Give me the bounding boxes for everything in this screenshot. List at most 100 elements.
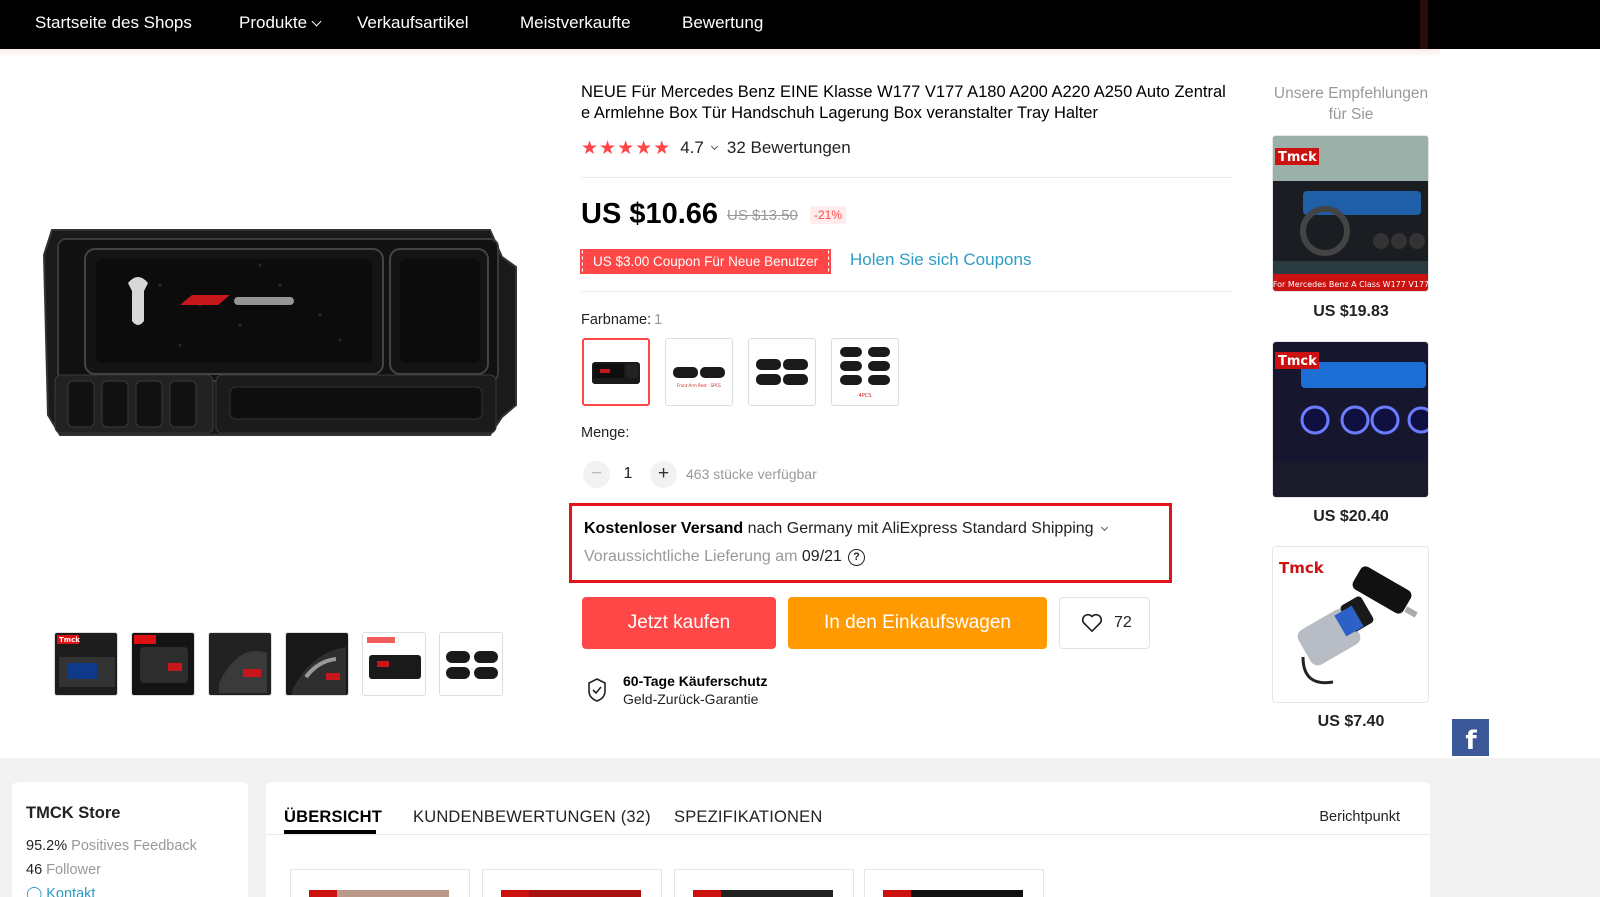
store-card: TMCK Store 95.2% Positives Feedback 46 F… xyxy=(12,782,248,897)
buy-now-button[interactable]: Jetzt kaufen xyxy=(582,597,776,649)
tabs-divider xyxy=(266,834,1430,835)
buyer-protection-title: 60-Tage Käuferschutz xyxy=(623,673,768,689)
recommendation-item-2[interactable]: Tmck xyxy=(1272,341,1429,498)
recommendation-item-3[interactable]: Tmck xyxy=(1272,546,1429,703)
recommendation-price-3[interactable]: US $7.40 xyxy=(1268,713,1434,731)
recommendation-price-1[interactable]: US $19.83 xyxy=(1268,303,1434,321)
color-label: Farbname: 1 xyxy=(581,312,662,328)
chevron-down-icon xyxy=(311,16,322,27)
chevron-down-icon[interactable] xyxy=(710,142,718,150)
store-followers: 46 Follower xyxy=(26,862,101,878)
report-item-link[interactable]: Berichtpunkt xyxy=(1319,809,1400,825)
thumbnail-6[interactable] xyxy=(439,632,503,696)
color-count: 1 xyxy=(654,312,663,328)
store-followers-label: Follower xyxy=(42,862,101,878)
store-feedback: 95.2% Positives Feedback xyxy=(26,838,197,854)
discount-badge: -21% xyxy=(810,206,847,224)
tab-customer-reviews[interactable]: KUNDENBEWERTUNGEN (32) xyxy=(413,808,651,827)
main-product-image[interactable] xyxy=(40,225,520,440)
nav-divider xyxy=(0,49,1440,57)
current-price: US $10.66 xyxy=(581,198,719,230)
free-shipping-label: Kostenloser Versand xyxy=(584,520,744,537)
new-user-coupon-badge[interactable]: US $3.00 Coupon Für Neue Benutzer xyxy=(583,249,832,274)
quantity-label: Menge: xyxy=(581,425,630,441)
heart-icon xyxy=(1081,613,1103,632)
buyer-protection-subtitle: Geld-Zurück-Garantie xyxy=(623,691,759,707)
nav-shop-home[interactable]: Startseite des Shops xyxy=(35,13,192,33)
star-icon: ★ xyxy=(653,137,671,159)
brand-logo: Tmck xyxy=(1278,150,1317,165)
quantity-decrease-button[interactable]: − xyxy=(583,461,610,488)
estimated-delivery: Voraussichtliche Lieferung am 09/21? xyxy=(584,548,865,567)
star-icon: ★ xyxy=(617,137,635,159)
divider xyxy=(581,177,1232,178)
quantity-increase-button[interactable]: + xyxy=(650,461,677,488)
brand-logo: Tmck xyxy=(1278,354,1317,369)
nav-products[interactable]: Produkte xyxy=(239,13,322,33)
tab-overview[interactable]: ÜBERSICHT xyxy=(284,808,382,827)
store-contact-label: Kontakt xyxy=(46,886,96,897)
top-navigation: Startseite des Shops Produkte Verkaufsar… xyxy=(0,0,1600,49)
quantity-value[interactable]: 1 xyxy=(618,465,638,483)
star-icon: ★ xyxy=(635,137,653,159)
thumbnail-2[interactable] xyxy=(131,632,195,696)
color-option-2[interactable]: Front Arm Rest · SPCS xyxy=(665,338,733,406)
help-icon[interactable]: ? xyxy=(847,549,865,566)
store-name[interactable]: TMCK Store xyxy=(26,804,120,823)
original-price: US $13.50 xyxy=(727,207,798,224)
thumbnail-1[interactable]: Tmck xyxy=(54,632,118,696)
divider xyxy=(581,291,1232,292)
stock-available: 463 stücke verfügbar xyxy=(686,466,817,482)
recommendation-price-2[interactable]: US $20.40 xyxy=(1268,508,1434,526)
nav-products-label: Produkte xyxy=(239,13,308,32)
description-image-4 xyxy=(864,869,1044,897)
thumb-brand: Tmck xyxy=(59,636,80,644)
description-image-2 xyxy=(482,869,662,897)
delivery-label: Voraussichtliche Lieferung am xyxy=(584,548,802,565)
shipping-method[interactable]: Kostenloser Versand nach Germany mit Ali… xyxy=(584,520,1108,538)
review-count[interactable]: 32 Bewertungen xyxy=(727,138,851,158)
get-coupons-link[interactable]: Holen Sie sich Coupons xyxy=(850,250,1031,270)
description-image-3 xyxy=(674,869,854,897)
nav-bestsellers[interactable]: Meistverkaufte xyxy=(520,13,631,33)
color-label-text: Farbname: xyxy=(581,312,652,328)
svg-text:f: f xyxy=(1465,726,1477,756)
recommendation-caption: For Mercedes Benz A Class W177 V177 xyxy=(1273,280,1429,289)
store-contact-link[interactable]: ◯ Kontakt xyxy=(26,886,95,897)
tab-specifications[interactable]: SPEZIFIKATIONEN xyxy=(674,808,822,827)
recommendations-title: Unsere Empfehlungen für Sie xyxy=(1273,85,1429,123)
nav-shadow xyxy=(1420,0,1428,49)
product-title: NEUE Für Mercedes Benz EINE Klasse W177 … xyxy=(581,83,1226,122)
thumbnail-4[interactable] xyxy=(285,632,349,696)
facebook-icon[interactable]: f xyxy=(1452,719,1489,756)
star-icon: ★ xyxy=(581,137,599,159)
chat-icon: ◯ xyxy=(26,886,43,897)
color-option-4[interactable]: 4PCS xyxy=(831,338,899,406)
swatch-caption: Front Arm Rest · SPCS xyxy=(677,383,721,388)
chevron-down-icon[interactable] xyxy=(1100,523,1108,532)
star-icon: ★ xyxy=(599,137,617,159)
recommendation-item-1[interactable]: For Mercedes Benz A Class W177 V177 Tmck xyxy=(1272,135,1429,292)
nav-reviews[interactable]: Bewertung xyxy=(682,13,763,33)
brand-logo: Tmck xyxy=(1279,559,1325,577)
delivery-date: 09/21 xyxy=(801,548,842,565)
shipping-info-box: Kostenloser Versand nach Germany mit Ali… xyxy=(569,503,1172,583)
thumbnail-5[interactable] xyxy=(362,632,426,696)
store-feedback-label: Positives Feedback xyxy=(67,838,197,854)
color-option-1[interactable] xyxy=(582,338,650,406)
rating-row: ★ ★ ★ ★ ★ 4.7 32 Bewertungen xyxy=(581,137,851,159)
store-followers-value: 46 xyxy=(26,862,43,878)
thumbnail-3[interactable] xyxy=(208,632,272,696)
add-to-cart-button[interactable]: In den Einkaufswagen xyxy=(788,597,1047,649)
rating-value[interactable]: 4.7 xyxy=(680,138,704,158)
nav-sale-items[interactable]: Verkaufsartikel xyxy=(357,13,469,33)
shipping-destination: nach Germany mit AliExpress Standard Shi… xyxy=(743,520,1094,537)
swatch-caption: 4PCS xyxy=(859,393,872,399)
description-image-1 xyxy=(290,869,470,897)
shield-check-icon xyxy=(585,677,609,708)
store-feedback-value: 95.2% xyxy=(26,838,68,854)
wishlist-button[interactable]: 72 xyxy=(1059,597,1150,649)
wishlist-count: 72 xyxy=(1114,614,1132,631)
color-option-3[interactable] xyxy=(748,338,816,406)
product-tabs: ÜBERSICHT KUNDENBEWERTUNGEN (32) SPEZIFI… xyxy=(266,782,1430,897)
